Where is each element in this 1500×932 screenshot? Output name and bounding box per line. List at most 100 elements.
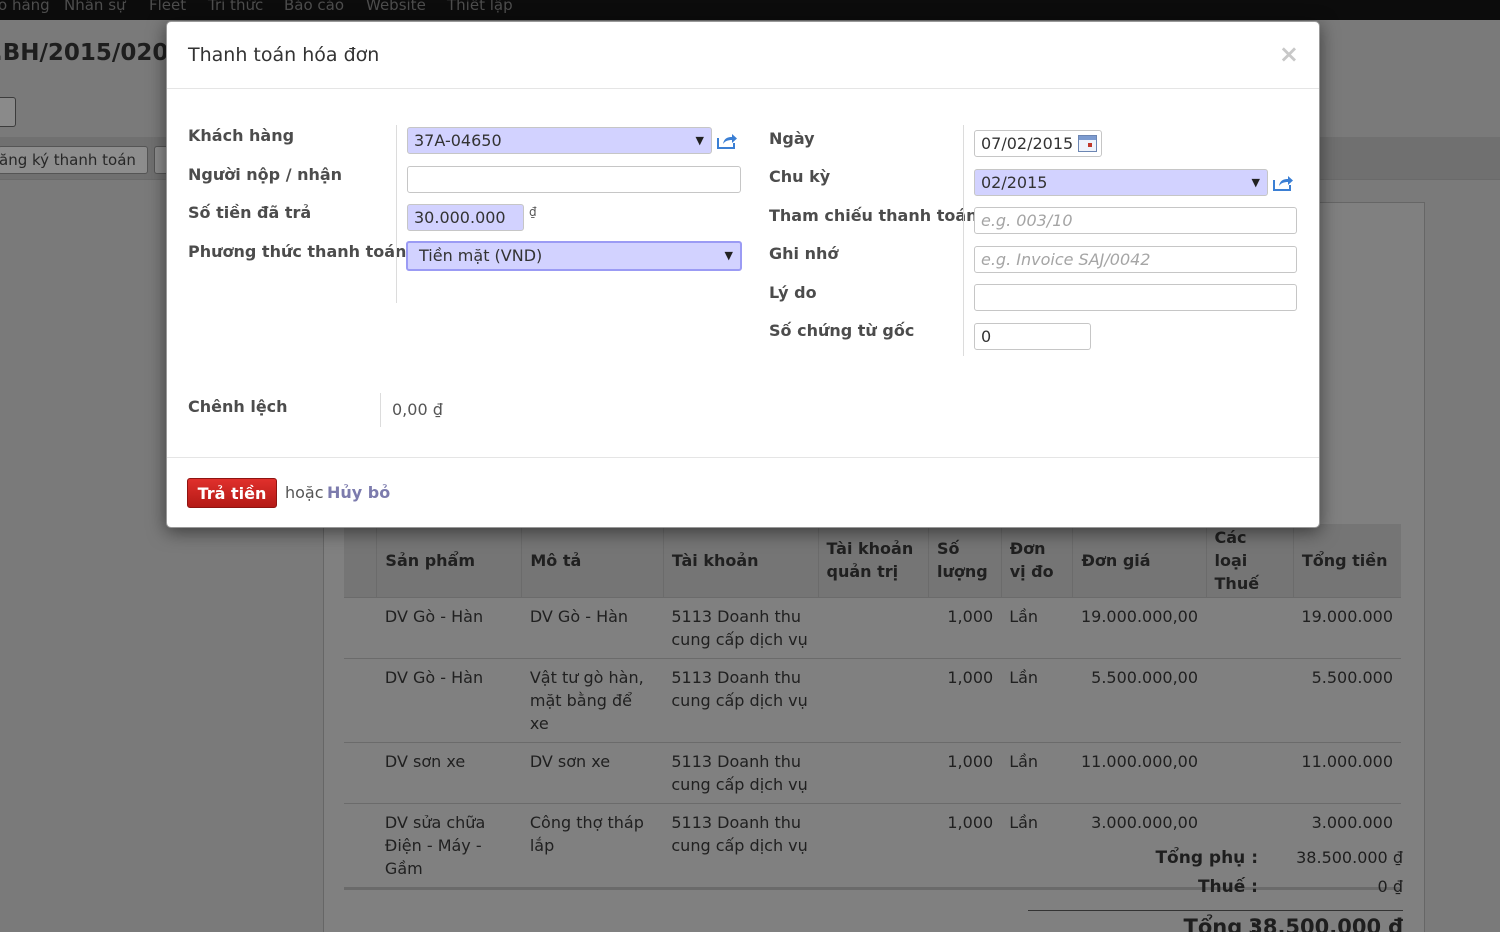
col-subtotal: Tổng tiền: [1292, 524, 1401, 597]
chevron-down-icon: ▼: [1251, 176, 1260, 189]
cell-product: DV Gò - Hàn: [376, 596, 522, 658]
difference-divider: [380, 393, 381, 427]
cell-account: 5113 Doanh thu cung cấp dịch vụ: [663, 802, 819, 890]
total-value: 38.500.000 ₫: [1248, 915, 1403, 932]
memo-input[interactable]: [974, 246, 1297, 273]
payment-ref-input[interactable]: [974, 207, 1297, 234]
subtotal-label: Tổng phụ :: [1155, 848, 1258, 868]
col-handle: [344, 524, 377, 597]
cell-taxes: [1206, 596, 1294, 658]
payment-method-select[interactable]: Tiền mặt (VND) ▼: [406, 241, 742, 271]
table-row[interactable]: DV Gò - Hàn Vật tư gò hàn, mặt bằng để x…: [344, 657, 1401, 742]
paid-amount-input[interactable]: 30.000.000: [407, 204, 524, 231]
payment-method-value: Tiền mặt (VND): [419, 246, 543, 265]
cell-uom: Lần: [1001, 741, 1073, 803]
top-menu-bar: o hàng Nhân sự Fleet Tri thức Báo cáo We…: [0, 0, 1500, 20]
cell-handle: [344, 657, 377, 742]
reason-input[interactable]: [974, 284, 1297, 311]
cell-handle: [344, 741, 377, 803]
cell-uom: Lần: [1001, 596, 1073, 658]
col-quantity: Số lượng: [928, 524, 1002, 597]
cell-quantity: 1,000: [928, 802, 1002, 890]
totals-divider: [1028, 910, 1403, 911]
cell-account: 5113 Doanh thu cung cấp dịch vụ: [663, 657, 819, 742]
cell-analytic: [818, 802, 929, 890]
cell-analytic: [818, 657, 929, 742]
cell-product: DV sửa chữa Điện - Máy - Gầm: [376, 802, 522, 890]
total-label: Tổng :: [1183, 915, 1258, 932]
customer-select[interactable]: 37A-04650 ▼: [407, 127, 712, 154]
menu-item-fleet[interactable]: Fleet: [149, 0, 186, 14]
invoice-lines-table: Sản phẩm Mô tả Tài khoản Tài khoản quản …: [344, 524, 1401, 890]
payment-ref-label: Tham chiếu thanh toán: [769, 206, 978, 225]
external-link-icon[interactable]: [716, 132, 738, 150]
dialog-title: Thanh toán hóa đơn: [188, 44, 380, 66]
payer-input[interactable]: [407, 166, 741, 193]
menu-item-website[interactable]: Website: [366, 0, 426, 14]
col-unit-price: Đơn giá: [1072, 524, 1207, 597]
subtotal-value: 38.500.000 ₫: [1296, 848, 1403, 867]
register-payment-button[interactable]: ăng ký thanh toán: [0, 146, 148, 174]
menu-item-reports[interactable]: Báo cáo: [284, 0, 344, 14]
edit-button[interactable]: [0, 97, 16, 127]
date-label: Ngày: [769, 129, 815, 148]
cell-subtotal: 5.500.000: [1293, 657, 1401, 742]
cell-description: DV sơn xe: [521, 741, 664, 803]
menu-item-knowledge[interactable]: Tri thức: [208, 0, 263, 14]
right-column-divider: [963, 125, 964, 356]
cell-analytic: [818, 741, 929, 803]
tax-label: Thuế :: [1197, 877, 1258, 897]
table-row[interactable]: DV sơn xe DV sơn xe 5113 Doanh thu cung …: [344, 741, 1401, 803]
menu-item-hr[interactable]: Nhân sự: [64, 0, 126, 14]
cell-handle: [344, 802, 377, 890]
menu-item-settings[interactable]: Thiết lập: [447, 0, 513, 14]
tax-value: 0 ₫: [1377, 877, 1403, 896]
customer-label: Khách hàng: [188, 126, 295, 145]
external-link-icon[interactable]: [1272, 174, 1294, 192]
dialog-header: Thanh toán hóa đơn ×: [167, 22, 1319, 89]
col-product: Sản phẩm: [376, 524, 522, 597]
cell-uom: Lần: [1001, 657, 1073, 742]
source-docs-input[interactable]: [974, 323, 1091, 350]
table-row[interactable]: DV Gò - Hàn DV Gò - Hàn 5113 Doanh thu c…: [344, 596, 1401, 658]
date-value: 07/02/2015: [981, 134, 1074, 153]
chevron-down-icon: ▼: [724, 249, 733, 262]
chevron-down-icon: ▼: [695, 134, 704, 147]
cell-subtotal: 11.000.000: [1293, 741, 1401, 803]
left-column-divider: [396, 125, 397, 303]
menu-item-sales[interactable]: o hàng: [0, 0, 50, 14]
reason-label: Lý do: [769, 283, 817, 302]
cell-unit-price: 5.500.000,00: [1072, 657, 1207, 742]
calendar-icon[interactable]: [1078, 135, 1097, 152]
cell-analytic: [818, 596, 929, 658]
paid-amount-label: Số tiền đã trả: [188, 203, 312, 222]
pay-button[interactable]: Trả tiền: [187, 478, 277, 508]
cell-product: DV sơn xe: [376, 741, 522, 803]
close-icon[interactable]: ×: [1279, 40, 1299, 68]
source-docs-label: Số chứng từ gốc: [769, 321, 915, 340]
cell-handle: [344, 596, 377, 658]
cell-product: DV Gò - Hàn: [376, 657, 522, 742]
period-select[interactable]: 02/2015 ▼: [974, 169, 1268, 196]
payment-dialog: Thanh toán hóa đơn × Khách hàng Người nộ…: [166, 21, 1320, 528]
cell-quantity: 1,000: [928, 657, 1002, 742]
cell-taxes: [1206, 657, 1294, 742]
cell-taxes: [1206, 741, 1294, 803]
currency-symbol: ₫: [529, 205, 537, 219]
customer-value: 37A-04650: [414, 131, 502, 150]
payer-label: Người nộp / nhận: [188, 165, 343, 184]
difference-label: Chênh lệch: [188, 397, 288, 416]
col-description: Mô tả: [521, 524, 664, 597]
cell-subtotal: 19.000.000: [1293, 596, 1401, 658]
col-analytic-account: Tài khoản quản trị: [817, 524, 929, 597]
date-input[interactable]: 07/02/2015: [974, 130, 1102, 157]
col-uom: Đơn vị đo: [1000, 524, 1073, 597]
cell-description: Công thợ tháp lắp: [521, 802, 664, 890]
cell-description: DV Gò - Hàn: [521, 596, 664, 658]
or-text: hoặc: [285, 483, 324, 502]
invoice-totals: Tổng phụ : 38.500.000 ₫ Thuế : 0 ₫ Tổng …: [1028, 848, 1403, 932]
cancel-link[interactable]: Hủy bỏ: [327, 483, 390, 502]
period-value: 02/2015: [981, 173, 1048, 192]
invoice-title: .BH/2015/0203: [0, 40, 185, 66]
cell-description: Vật tư gò hàn, mặt bằng để xe: [521, 657, 664, 742]
